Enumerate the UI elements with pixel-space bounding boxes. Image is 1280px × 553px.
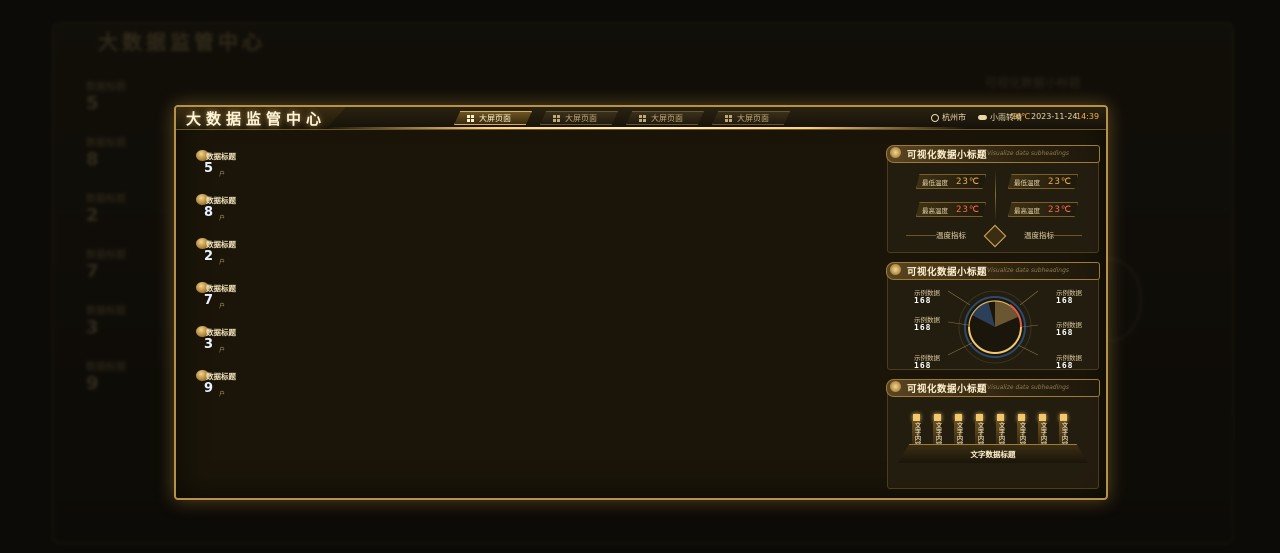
chip-label: 最高温度 [922, 206, 948, 215]
tab-dashboard-2[interactable]: 大屏页面 [540, 111, 618, 125]
stat-unit: 户 [219, 259, 226, 266]
temp-chip-high: 最高温度 23℃ [916, 202, 986, 217]
cloud-icon [978, 115, 987, 120]
temp-chip-high: 最高温度 23℃ [1008, 202, 1078, 217]
grid-icon [725, 114, 732, 122]
temperature-panel: 可视化数据小标题 Visualize data subheadings 最低温度… [886, 145, 1100, 253]
grid-icon [553, 114, 560, 122]
dashboard-window: 大数据监管中心 大屏页面 大屏页面 大屏页面 大屏页面 杭州市 小雨转晴 26℃… [174, 105, 1108, 500]
thermometer-icon [983, 224, 1007, 248]
ghost-stat: 数据标题 7 [86, 250, 126, 282]
tab-dashboard-4[interactable]: 大屏页面 [712, 111, 790, 125]
chip-label: 最高温度 [1014, 206, 1040, 215]
stat-item: 数据标题 3 户 [196, 323, 286, 359]
ghost-stat: 数据标题 9 [86, 362, 126, 394]
topbar-glow [326, 127, 966, 129]
stat-unit: 户 [219, 303, 226, 310]
ghost-title: 大数据监管中心 [98, 30, 266, 54]
stat-value: 7 [204, 293, 215, 308]
ghost-stat: 数据标题 8 [86, 138, 126, 170]
stat-unit: 户 [219, 171, 226, 178]
ghost-stat: 数据标题 5 [86, 82, 126, 114]
stat-item: 数据标题 9 户 [196, 367, 286, 403]
temp-chip-low: 最低温度 23℃ [1008, 174, 1078, 189]
chip-label: 最低温度 [922, 178, 948, 187]
panel-title: 可视化数据小标题 [907, 150, 988, 161]
ring-panel: 可视化数据小标题 Visualize data subheadings 示例数据… [886, 262, 1100, 370]
leader-line [947, 342, 973, 356]
panel-badge-icon [890, 147, 901, 158]
bars-panel: 可视化数据小标题 Visualize data subheadings 文字内容… [886, 379, 1100, 489]
ring-item-value: 168 [914, 323, 932, 332]
panel-badge-icon [890, 381, 901, 392]
ghost-stat: 数据标题 3 [86, 306, 126, 338]
ring-item-value: 168 [1056, 328, 1074, 337]
leader-line [947, 290, 971, 306]
tab-dashboard-1[interactable]: 大屏页面 [454, 111, 532, 125]
ring-item-value: 168 [914, 361, 932, 370]
stat-value: 2 [204, 249, 215, 264]
stat-item: 数据标题 7 户 [196, 279, 286, 315]
panel-subtitle: Visualize data subheadings [987, 150, 1070, 157]
grid-icon [467, 114, 474, 122]
panel-subtitle: Visualize data subheadings [987, 384, 1070, 391]
city-label: 杭州市 [942, 113, 966, 122]
divider [995, 170, 996, 220]
stat-item: 数据标题 8 户 [196, 191, 286, 227]
chip-label: 最低温度 [1014, 178, 1040, 187]
stat-unit: 户 [219, 215, 226, 222]
stat-value: 9 [204, 381, 215, 396]
location: 杭州市 [931, 112, 966, 123]
panel-header: 可视化数据小标题 Visualize data subheadings [886, 379, 1100, 397]
date-readout: 2023-11-24 [1031, 112, 1078, 121]
app-title: 大数据监管中心 [186, 110, 327, 128]
temp-chip-low: 最低温度 23℃ [916, 174, 986, 189]
chip-value: 23℃ [1048, 176, 1072, 187]
bar-footer-label: 文字数据标题 [970, 450, 1016, 459]
stat-unit: 户 [219, 347, 226, 354]
stat-value: 8 [204, 205, 215, 220]
stat-value: 5 [204, 161, 215, 176]
ring-item-value: 168 [914, 296, 932, 305]
tab-label: 大屏页面 [479, 113, 511, 123]
stat-item: 数据标题 2 户 [196, 235, 286, 271]
tab-label: 大屏页面 [737, 113, 769, 123]
ghost-stat: 数据标题 2 [86, 194, 126, 226]
divider [906, 235, 936, 236]
leader-line [1019, 290, 1039, 306]
metric-label: 温度指标 [1024, 231, 1054, 240]
stat-item: 数据标题 5 户 [196, 147, 286, 183]
stat-unit: 户 [219, 391, 226, 398]
bar-footer: 文字数据标题 [898, 444, 1088, 463]
panel-title: 可视化数据小标题 [907, 384, 988, 395]
chip-value: 23℃ [956, 176, 980, 187]
metric-label: 温度指标 [936, 231, 966, 240]
divider [1052, 235, 1082, 236]
ring-item-value: 168 [1056, 361, 1074, 370]
tab-label: 大屏页面 [565, 113, 597, 123]
location-icon [931, 113, 939, 122]
ring-item-value: 168 [1056, 296, 1074, 305]
leader-line [1017, 344, 1039, 356]
top-bar: 大数据监管中心 大屏页面 大屏页面 大屏页面 大屏页面 杭州市 小雨转晴 26℃… [176, 107, 1106, 130]
ghost-panel-title: 可视化数据小标题 [985, 76, 1082, 90]
chip-value: 23℃ [1048, 204, 1072, 215]
temperature-readout: 26℃ [1011, 112, 1031, 121]
time-readout: 14:39 [1076, 112, 1100, 121]
stat-value: 3 [204, 337, 215, 352]
chip-value: 23℃ [956, 204, 980, 215]
grid-icon [639, 114, 646, 122]
tab-label: 大屏页面 [651, 113, 683, 123]
panel-header: 可视化数据小标题 Visualize data subheadings [886, 145, 1100, 163]
tab-dashboard-3[interactable]: 大屏页面 [626, 111, 704, 125]
